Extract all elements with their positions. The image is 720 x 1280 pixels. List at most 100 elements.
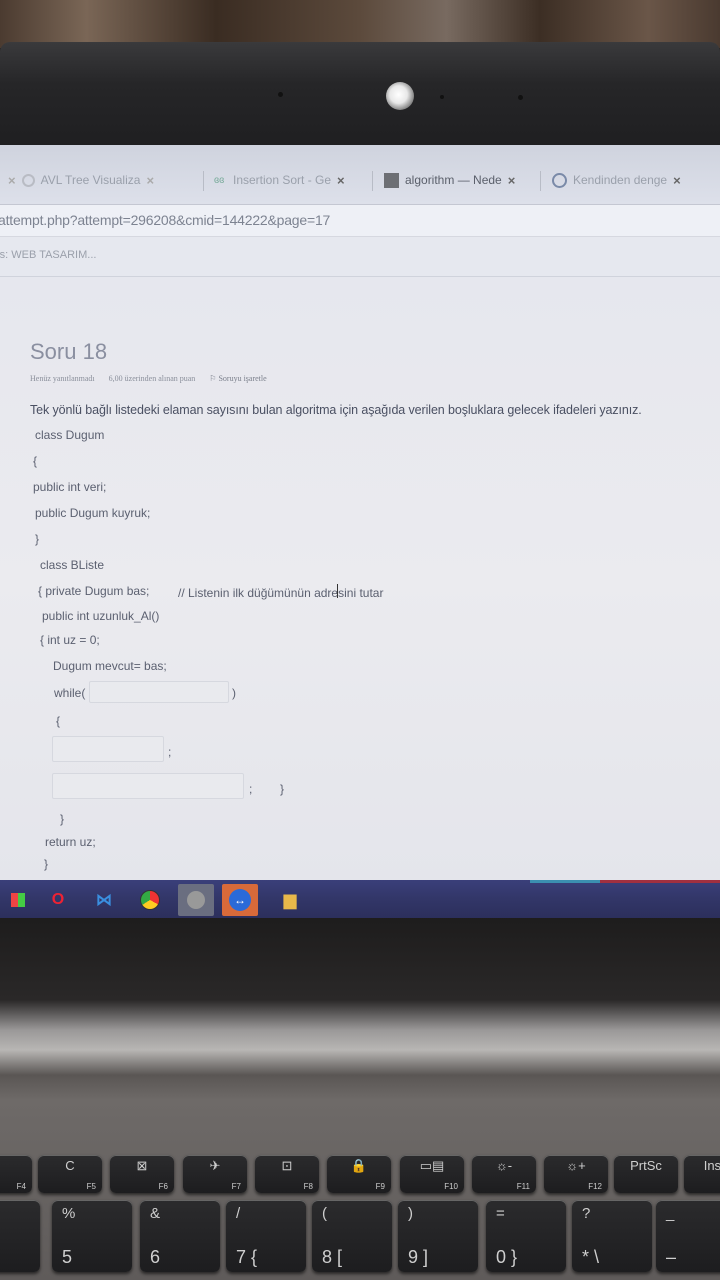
key-shift-symbol: _ <box>666 1205 675 1222</box>
folder-icon[interactable]: ▆ <box>272 884 308 916</box>
breadcrumb: rs: WEB TASARIM... <box>0 237 720 277</box>
key-label: F12 <box>588 1182 602 1191</box>
blank-input-loop-statement-2[interactable] <box>52 773 244 799</box>
key-number[interactable]: $ <box>0 1200 40 1272</box>
key-label: F10 <box>444 1182 458 1191</box>
key-symbol: ☼- <box>495 1158 513 1173</box>
loading-icon <box>552 172 567 188</box>
key-number[interactable]: = 0 } <box>486 1200 566 1272</box>
code-line: public int uzunluk_Al() <box>42 609 160 623</box>
code-line: public int veri; <box>33 480 107 494</box>
photo-of-laptop: × AVL Tree Visualiza × ɞɞ Insertion Sort… <box>0 0 720 1280</box>
code-line: ) <box>232 686 236 700</box>
tab-algorithm[interactable]: algorithm — Nede × <box>384 163 515 197</box>
webcam <box>386 82 414 110</box>
key-main-symbol: 0 } <box>496 1247 518 1267</box>
tab-insertion-sort[interactable]: ɞɞ Insertion Sort - Ge × <box>214 163 345 197</box>
key-shift-symbol: ( <box>322 1205 327 1222</box>
code-line: public Dugum kuyruk; <box>35 506 151 520</box>
close-icon[interactable]: × <box>673 173 681 188</box>
key-label: F7 <box>231 1182 241 1191</box>
code-line: while( <box>54 686 86 700</box>
key-main-symbol: 5 <box>62 1247 73 1267</box>
close-icon[interactable]: × <box>8 173 16 188</box>
key-fn[interactable]: ▭▤ F10 <box>400 1155 464 1193</box>
taskbar-accent <box>530 880 600 883</box>
gfg-icon: ɞɞ <box>214 174 225 186</box>
close-icon[interactable]: × <box>508 173 516 188</box>
key-symbol: ⊠ <box>136 1158 148 1173</box>
key-number[interactable]: & 6 <box>140 1200 220 1272</box>
key-number[interactable]: % 5 <box>52 1200 132 1272</box>
key-shift-symbol: ) <box>408 1205 413 1222</box>
tab-label: AVL Tree Visualiza <box>40 173 141 187</box>
background-room <box>0 0 720 48</box>
key-shift-symbol: ? <box>582 1205 591 1222</box>
key-fn[interactable]: 🔒 F9 <box>327 1155 391 1193</box>
key-fn[interactable]: F4 <box>0 1155 32 1193</box>
code-line: { <box>33 454 38 468</box>
tab-label: Insertion Sort - Ge <box>233 173 332 187</box>
key-label: F8 <box>303 1182 313 1191</box>
key-number[interactable]: ? * \ <box>572 1200 652 1272</box>
tab-separator <box>203 171 204 191</box>
browser-tab-bar: × AVL Tree Visualiza × ɞɞ Insertion Sort… <box>0 145 720 205</box>
key-symbol: ▭▤ <box>419 1158 445 1173</box>
key-main-symbol: – <box>666 1247 677 1267</box>
question-info: Henüz yanıtlanmadı 6,00 üzerinden alınan… <box>30 374 267 383</box>
key-label: F9 <box>375 1182 385 1191</box>
chrome-app-icon[interactable] <box>178 884 214 916</box>
vscode-icon[interactable]: ⋈ <box>86 884 122 916</box>
key-shift-symbol: / <box>236 1205 241 1222</box>
key-symbol: Inse <box>703 1158 720 1173</box>
close-icon[interactable]: × <box>146 173 154 188</box>
key-fn[interactable]: Inse <box>684 1155 720 1193</box>
teamviewer-icon[interactable]: ↔ <box>222 884 258 916</box>
key-number[interactable]: / 7 { <box>226 1200 306 1272</box>
key-shift-symbol: & <box>150 1205 161 1222</box>
course-link[interactable]: rs: WEB TASARIM... <box>0 249 96 261</box>
start-icon[interactable] <box>0 884 36 916</box>
key-symbol: 🔒 <box>350 1158 368 1173</box>
globe-icon <box>21 173 35 187</box>
code-line: { int uz = 0; <box>40 633 100 647</box>
code-line: ; <box>249 782 253 796</box>
key-number[interactable]: ) 9 ] <box>398 1200 478 1272</box>
tab-avl-tree[interactable]: × AVL Tree Visualiza × <box>8 163 154 197</box>
laptop-bezel <box>0 42 720 147</box>
address-bar[interactable]: attempt.php?attempt=296208&cmid=144222&p… <box>0 205 720 237</box>
key-number[interactable]: _ – <box>656 1200 720 1272</box>
blank-input-while-condition[interactable] <box>89 681 229 703</box>
blank-input-loop-statement-1[interactable] <box>52 736 164 762</box>
key-label: F4 <box>16 1182 26 1191</box>
key-shift-symbol: = <box>496 1205 505 1222</box>
key-symbol: ⊡ <box>281 1158 293 1173</box>
key-main-symbol: 9 ] <box>408 1247 429 1267</box>
key-shift-symbol: % <box>62 1205 76 1222</box>
key-main-symbol: 6 <box>150 1247 161 1267</box>
quiz-content: Soru 18 Henüz yanıtlanmadı 6,00 üzerinde… <box>0 277 720 885</box>
taskbar-accent <box>600 880 720 883</box>
code-line: Dugum mevcut= bas; <box>53 659 167 673</box>
flag-question-link[interactable]: ⚐ Soruyu işaretle <box>209 374 266 383</box>
key-main-symbol: 8 [ <box>322 1247 343 1267</box>
key-fn[interactable]: PrtSc <box>614 1155 678 1193</box>
tab-separator <box>540 171 541 191</box>
key-fn[interactable]: ☼+ F12 <box>544 1155 608 1193</box>
key-fn[interactable]: ⊠ F6 <box>110 1155 174 1193</box>
chrome-icon[interactable] <box>132 884 168 916</box>
key-fn[interactable]: ⊡ F8 <box>255 1155 319 1193</box>
key-fn[interactable]: ☼- F11 <box>472 1155 536 1193</box>
key-main-symbol: * \ <box>582 1247 600 1267</box>
code-line: return uz; <box>45 835 96 849</box>
sensor-dot <box>518 95 523 100</box>
key-fn[interactable]: C F5 <box>38 1155 102 1193</box>
key-number[interactable]: (8 [ <box>312 1200 392 1272</box>
opera-icon[interactable]: O <box>40 884 76 916</box>
url-text: attempt.php?attempt=296208&cmid=144222&p… <box>0 212 331 228</box>
answer-status: Henüz yanıtlanmadı <box>30 374 95 383</box>
key-fn[interactable]: ✈ F7 <box>183 1155 247 1193</box>
tab-kendinden-denge[interactable]: Kendinden denge × <box>552 163 681 197</box>
question-title: Soru 18 <box>30 339 108 364</box>
close-icon[interactable]: × <box>337 173 345 188</box>
